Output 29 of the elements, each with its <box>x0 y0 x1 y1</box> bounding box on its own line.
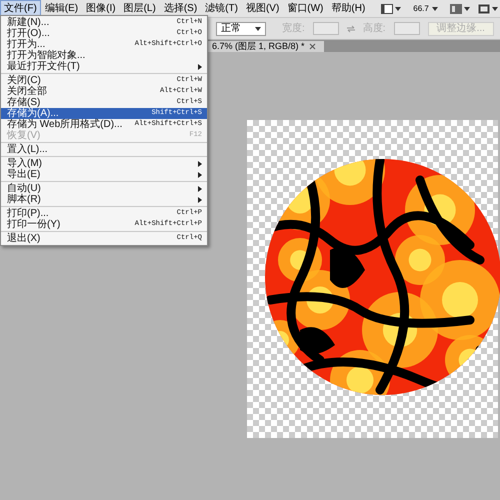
screen-mode-icon[interactable] <box>381 4 402 14</box>
menu-bar-item[interactable]: 图层(L) <box>120 0 160 18</box>
caret-icon <box>395 6 402 10</box>
menu-item[interactable]: 导入(M) <box>1 158 207 169</box>
caret-icon <box>492 6 498 10</box>
menu-bar-item[interactable]: 选择(S) <box>160 0 202 18</box>
menu-item[interactable]: 置入(L)... <box>1 144 207 155</box>
menu-bar-item[interactable]: 编辑(E) <box>40 0 82 18</box>
menu-item[interactable]: 最近打开文件(T) <box>1 61 207 72</box>
menu-item[interactable]: 打开为智能对象... <box>1 50 207 61</box>
menu-item[interactable]: 脚本(R) <box>1 194 207 205</box>
arrange-icon[interactable] <box>450 4 470 14</box>
menu-item[interactable]: 导出(E) <box>1 169 207 180</box>
caret-icon <box>464 6 470 10</box>
menu-bar-item[interactable]: 窗口(W) <box>283 0 328 18</box>
caret-icon <box>432 6 438 10</box>
width-field[interactable] <box>312 22 339 35</box>
menu-bar-item[interactable]: 视图(V) <box>242 0 284 18</box>
close-icon[interactable] <box>308 43 316 50</box>
menu-bar-item[interactable]: 图像(I) <box>82 0 120 18</box>
mode-select[interactable]: 正常 <box>216 22 266 36</box>
zoom-level[interactable]: 66.7 <box>413 4 438 12</box>
menu-item[interactable]: 自动(U) <box>1 183 207 194</box>
caret-icon <box>255 26 261 30</box>
menu-bar-item[interactable]: 滤镜(T) <box>201 0 242 18</box>
height-field[interactable] <box>394 22 420 35</box>
fullscreen-icon[interactable] <box>478 4 498 14</box>
menu-bar-item[interactable]: 帮助(H) <box>327 0 370 18</box>
submenu-arrow-icon <box>198 64 202 70</box>
